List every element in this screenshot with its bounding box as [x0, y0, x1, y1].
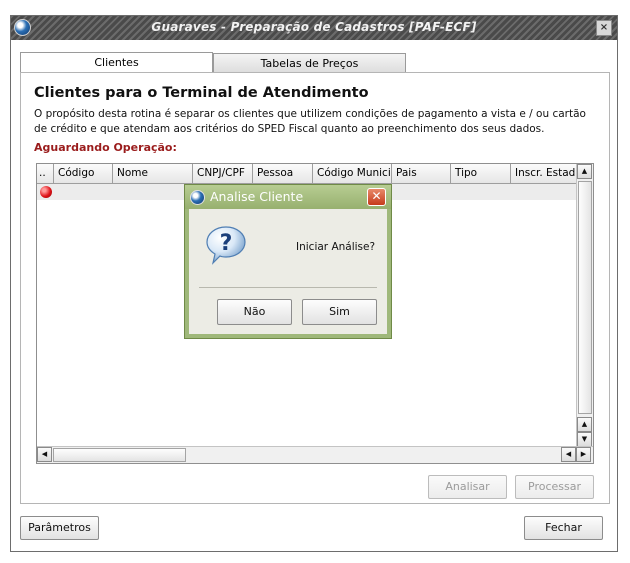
- title-bar[interactable]: Guaraves - Preparação de Cadastros [PAF-…: [11, 16, 617, 40]
- column-header-inscr-estadual[interactable]: Inscr. Estadu: [511, 164, 577, 183]
- horizontal-scroll-thumb[interactable]: [53, 448, 186, 462]
- column-header-status[interactable]: ..: [37, 164, 54, 183]
- dialog-close-button[interactable]: ✕: [367, 188, 386, 206]
- horizontal-scrollbar[interactable]: ◀ ◀ ▶: [37, 446, 593, 463]
- vertical-scroll-thumb[interactable]: [578, 181, 592, 414]
- red-status-icon: [40, 186, 52, 198]
- column-header-nome[interactable]: Nome: [113, 164, 193, 183]
- scroll-right-button[interactable]: ▶: [576, 447, 591, 462]
- grid-header: .. Código Nome CNPJ/CPF Pessoa Código Mu…: [37, 164, 577, 184]
- scroll-left-button[interactable]: ◀: [37, 447, 52, 462]
- dialog-title-bar[interactable]: Analise Cliente ✕: [185, 185, 391, 209]
- app-logo-icon: [190, 190, 205, 205]
- svg-text:?: ?: [220, 231, 233, 256]
- column-header-codigo-municipio[interactable]: Código Municip: [313, 164, 392, 183]
- column-header-pais[interactable]: Pais: [392, 164, 451, 183]
- parametros-button[interactable]: Parâmetros: [20, 516, 99, 540]
- fechar-button[interactable]: Fechar: [524, 516, 603, 540]
- question-icon: ?: [206, 226, 246, 265]
- tab-tabelas-de-precos[interactable]: Tabelas de Preços: [213, 53, 406, 72]
- column-header-tipo[interactable]: Tipo: [451, 164, 511, 183]
- status-label: Aguardando Operação:: [34, 141, 177, 154]
- column-header-codigo[interactable]: Código: [54, 164, 113, 183]
- column-header-pessoa[interactable]: Pessoa: [253, 164, 313, 183]
- window-close-button[interactable]: ×: [596, 20, 612, 36]
- nao-button[interactable]: Não: [217, 299, 292, 325]
- tab-clientes[interactable]: Clientes: [20, 52, 213, 73]
- page-description: O propósito desta rotina é separar os cl…: [34, 108, 586, 135]
- scroll-down-button[interactable]: ▼: [577, 432, 592, 447]
- dialog-divider: [199, 287, 377, 288]
- analise-cliente-dialog: Analise Cliente ✕ ? Iniciar Análise? Não…: [184, 184, 392, 339]
- vertical-scrollbar[interactable]: ▲ ▲ ▼: [576, 164, 593, 448]
- scroll-left-button-right[interactable]: ◀: [561, 447, 576, 462]
- page-title: Clientes para o Terminal de Atendimento: [34, 85, 369, 101]
- processar-button[interactable]: Processar: [515, 475, 594, 499]
- scroll-up-button-lower[interactable]: ▲: [577, 417, 592, 432]
- dialog-message: Iniciar Análise?: [296, 241, 376, 253]
- dialog-body: ? Iniciar Análise? Não Sim: [189, 209, 387, 334]
- dialog-title: Analise Cliente: [210, 189, 304, 204]
- analisar-button[interactable]: Analisar: [428, 475, 507, 499]
- sim-button[interactable]: Sim: [302, 299, 377, 325]
- column-header-cnpj-cpf[interactable]: CNPJ/CPF: [193, 164, 253, 183]
- window-title: Guaraves - Preparação de Cadastros [PAF-…: [151, 20, 477, 34]
- scroll-up-button[interactable]: ▲: [577, 164, 592, 179]
